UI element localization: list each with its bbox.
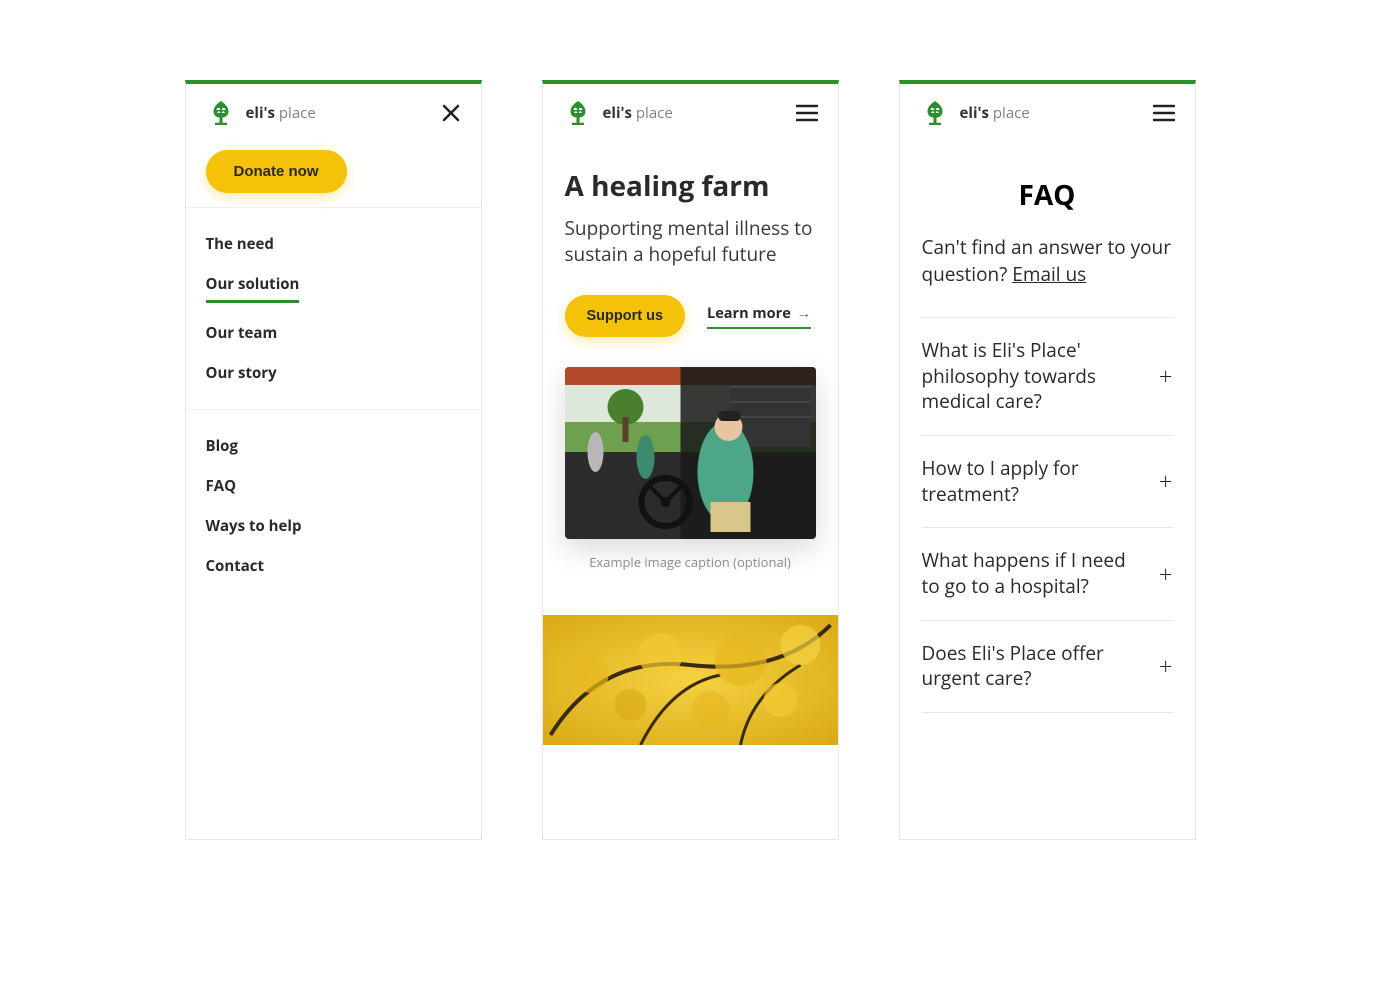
- nav-group-2: Blog FAQ Ways to help Contact: [186, 409, 481, 602]
- plus-icon: +: [1159, 558, 1173, 591]
- nav-item-the-need[interactable]: The need: [186, 224, 481, 264]
- faq-question: What is Eli's Place' philosophy towards …: [922, 338, 1143, 415]
- logo[interactable]: eli's place: [563, 98, 673, 128]
- faq-intro: Can't find an answer to your question? E…: [922, 234, 1173, 287]
- brand-text: eli's place: [603, 103, 673, 123]
- brand-text: eli's place: [960, 103, 1030, 123]
- nav-item-faq[interactable]: FAQ: [186, 466, 481, 506]
- header: eli's place: [186, 84, 481, 142]
- nav-item-blog[interactable]: Blog: [186, 426, 481, 466]
- tree-logo-icon: [206, 98, 236, 128]
- home-content: A healing farm Supporting mental illness…: [543, 142, 838, 571]
- faq-content: FAQ Can't find an answer to your questio…: [900, 142, 1195, 713]
- faq-question: What happens if I need to go to a hospit…: [922, 548, 1143, 599]
- nav-item-our-solution[interactable]: Our solution: [186, 264, 481, 313]
- page-title: FAQ: [922, 176, 1173, 214]
- faq-question: How to I apply for treatment?: [922, 456, 1143, 507]
- faq-item[interactable]: How to I apply for treatment? +: [922, 436, 1173, 528]
- hero-image: [565, 367, 816, 539]
- hamburger-icon[interactable]: [1153, 104, 1175, 122]
- logo[interactable]: eli's place: [206, 98, 316, 128]
- cta-row: Support us Learn more→: [565, 295, 816, 337]
- tree-logo-icon: [920, 98, 950, 128]
- header: eli's place: [900, 84, 1195, 142]
- screen-faq: eli's place FAQ Can't find an answer to …: [899, 80, 1196, 840]
- close-icon[interactable]: [441, 103, 461, 123]
- email-us-link[interactable]: Email us: [1012, 261, 1086, 287]
- donate-button[interactable]: Donate now: [206, 150, 347, 193]
- faq-item[interactable]: What happens if I need to go to a hospit…: [922, 528, 1173, 620]
- plus-icon: +: [1159, 360, 1173, 393]
- header: eli's place: [543, 84, 838, 142]
- hamburger-icon[interactable]: [796, 104, 818, 122]
- nav-group-1: The need Our solution Our team Our story: [186, 207, 481, 409]
- nav-item-contact[interactable]: Contact: [186, 546, 481, 586]
- plus-icon: +: [1159, 465, 1173, 498]
- tree-logo-icon: [563, 98, 593, 128]
- plus-icon: +: [1159, 650, 1173, 683]
- page-subtitle: Supporting mental illness to sustain a h…: [565, 216, 816, 267]
- support-button[interactable]: Support us: [565, 295, 686, 337]
- learn-more-link[interactable]: Learn more→: [707, 304, 811, 329]
- faq-item[interactable]: What is Eli's Place' philosophy towards …: [922, 318, 1173, 436]
- donate-wrap: Donate now: [186, 142, 481, 207]
- faq-question: Does Eli's Place offer urgent care?: [922, 641, 1143, 692]
- brand-text: eli's place: [246, 103, 316, 123]
- logo[interactable]: eli's place: [920, 98, 1030, 128]
- faq-list: What is Eli's Place' philosophy towards …: [922, 317, 1173, 713]
- nav-item-our-story[interactable]: Our story: [186, 353, 481, 393]
- faq-item[interactable]: Does Eli's Place offer urgent care? +: [922, 621, 1173, 713]
- screen-menu: eli's place Donate now The need Our solu…: [185, 80, 482, 840]
- arrow-right-icon: →: [797, 304, 812, 323]
- nav-item-our-team[interactable]: Our team: [186, 313, 481, 353]
- nav-item-ways-to-help[interactable]: Ways to help: [186, 506, 481, 546]
- footer-image: [543, 615, 838, 745]
- image-caption: Example image caption (optional): [565, 553, 816, 571]
- screen-home: eli's place A healing farm Supporting me…: [542, 80, 839, 840]
- page-title: A healing farm: [565, 170, 816, 202]
